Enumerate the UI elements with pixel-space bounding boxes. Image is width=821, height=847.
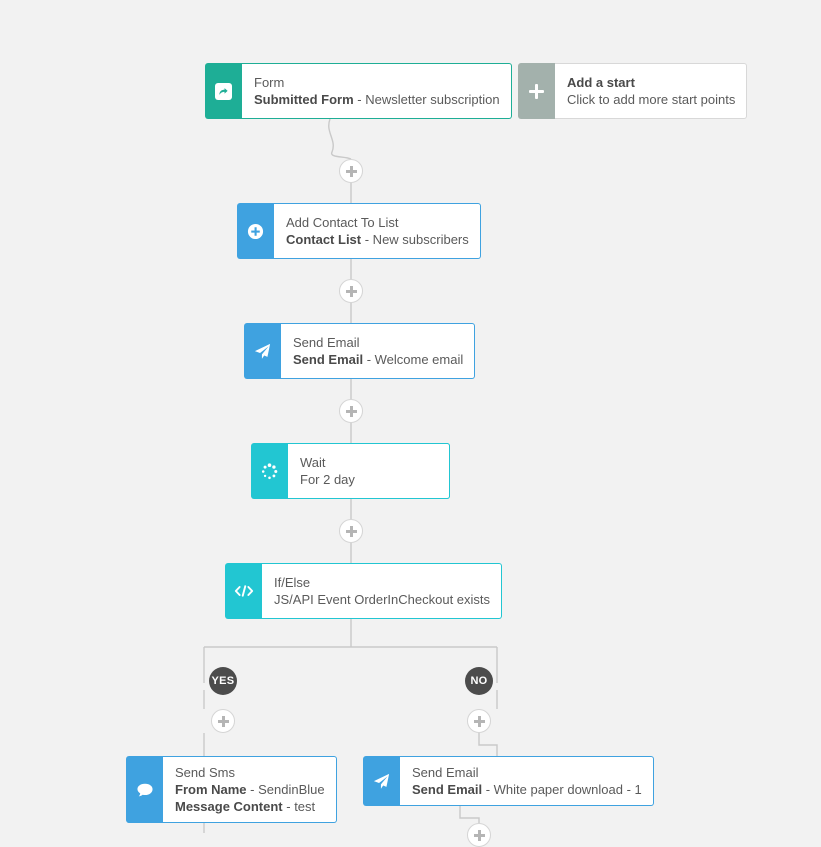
node-add-contact-to-list[interactable]: Add Contact To List Contact List - New s… — [237, 203, 481, 259]
node-send-email-white-paper[interactable]: Send Email Send Email - White paper down… — [363, 756, 654, 806]
add-step-button-4[interactable] — [339, 519, 363, 543]
node-if-else[interactable]: If/Else JS/API Event OrderInCheckout exi… — [225, 563, 503, 619]
node-title: Send Email — [293, 335, 360, 350]
node-subtitle: Submitted Form - Newsletter subscription — [254, 91, 500, 108]
node-subtitle: Send Email - White paper download - 1 — [412, 781, 642, 798]
node-body: Form Submitted Form - Newsletter subscri… — [242, 63, 512, 119]
node-sub-label: Send Email — [293, 352, 364, 367]
share-arrow-icon — [205, 63, 242, 119]
node-subtitle: For 2 day — [300, 472, 355, 487]
plus-icon — [473, 715, 485, 727]
node-body: Send Email Send Email - White paper down… — [400, 756, 654, 806]
node-body: Send Sms From Name - SendinBlue Message … — [163, 756, 337, 823]
plus-icon — [345, 525, 357, 537]
plus-icon — [518, 63, 555, 119]
node-body: Send Email Send Email - Welcome email — [281, 323, 476, 379]
workflow-canvas[interactable]: Form Submitted Form - Newsletter subscri… — [0, 0, 821, 847]
node-sub-label: From Name — [175, 782, 247, 797]
node-wait[interactable]: Wait For 2 day — [251, 443, 450, 499]
add-step-button-yes[interactable] — [211, 709, 235, 733]
node-sub-value: - Newsletter subscription — [353, 92, 500, 107]
plus-icon — [345, 405, 357, 417]
plus-icon — [217, 715, 229, 727]
speech-bubble-icon — [126, 756, 163, 823]
node-sub-value: - New subscribers — [361, 232, 469, 247]
node-title: Wait — [300, 455, 326, 470]
add-step-button-below-email[interactable] — [467, 823, 491, 847]
node-extra-label: Message Content — [175, 799, 283, 814]
node-extra-value: - test — [282, 799, 316, 814]
node-subtitle: Contact List - New subscribers — [286, 231, 469, 248]
node-subtitle: JS/API Event OrderInCheckout exists — [274, 592, 491, 607]
node-body: If/Else JS/API Event OrderInCheckout exi… — [262, 563, 503, 619]
add-step-button-2[interactable] — [339, 279, 363, 303]
node-sub-value: - Welcome email — [363, 352, 464, 367]
spinner-icon — [251, 443, 288, 499]
node-body: Add a start Click to add more start poin… — [555, 63, 748, 119]
branch-badge-yes[interactable]: YES — [209, 667, 237, 695]
node-sub-label: Send Email — [412, 782, 483, 797]
branch-badge-no[interactable]: NO — [465, 667, 493, 695]
node-subtitle: From Name - SendinBlue — [175, 781, 325, 798]
node-title: Send Sms — [175, 765, 235, 780]
connector-edges — [203, 118, 498, 833]
node-title: If/Else — [274, 575, 311, 590]
node-send-email-welcome[interactable]: Send Email Send Email - Welcome email — [244, 323, 476, 379]
node-form-start[interactable]: Form Submitted Form - Newsletter subscri… — [205, 63, 512, 119]
node-title: Send Email — [412, 765, 479, 780]
circle-plus-icon — [237, 203, 274, 259]
plus-icon — [473, 829, 485, 841]
paper-plane-icon — [244, 323, 281, 379]
node-title: Form — [254, 75, 285, 90]
node-body: Wait For 2 day — [288, 443, 450, 499]
add-step-button-1[interactable] — [339, 159, 363, 183]
add-step-button-3[interactable] — [339, 399, 363, 423]
plus-icon — [345, 165, 357, 177]
node-title: Add a start — [567, 75, 635, 90]
node-send-sms[interactable]: Send Sms From Name - SendinBlue Message … — [126, 756, 337, 823]
node-title: Add Contact To List — [286, 215, 399, 230]
add-step-button-no[interactable] — [467, 709, 491, 733]
node-add-a-start[interactable]: Add a start Click to add more start poin… — [518, 63, 748, 119]
node-subtitle: Click to add more start points — [567, 92, 736, 107]
node-sub-label: Contact List — [286, 232, 362, 247]
node-extra-line: Message Content - test — [175, 798, 325, 815]
code-icon — [225, 563, 262, 619]
node-sub-value: - White paper download - 1 — [482, 782, 642, 797]
plus-icon — [345, 285, 357, 297]
node-sub-value: - SendinBlue — [246, 782, 325, 797]
node-body: Add Contact To List Contact List - New s… — [274, 203, 481, 259]
node-subtitle: Send Email - Welcome email — [293, 351, 463, 368]
paper-plane-icon — [363, 756, 400, 806]
node-sub-label: Submitted Form — [254, 92, 354, 107]
